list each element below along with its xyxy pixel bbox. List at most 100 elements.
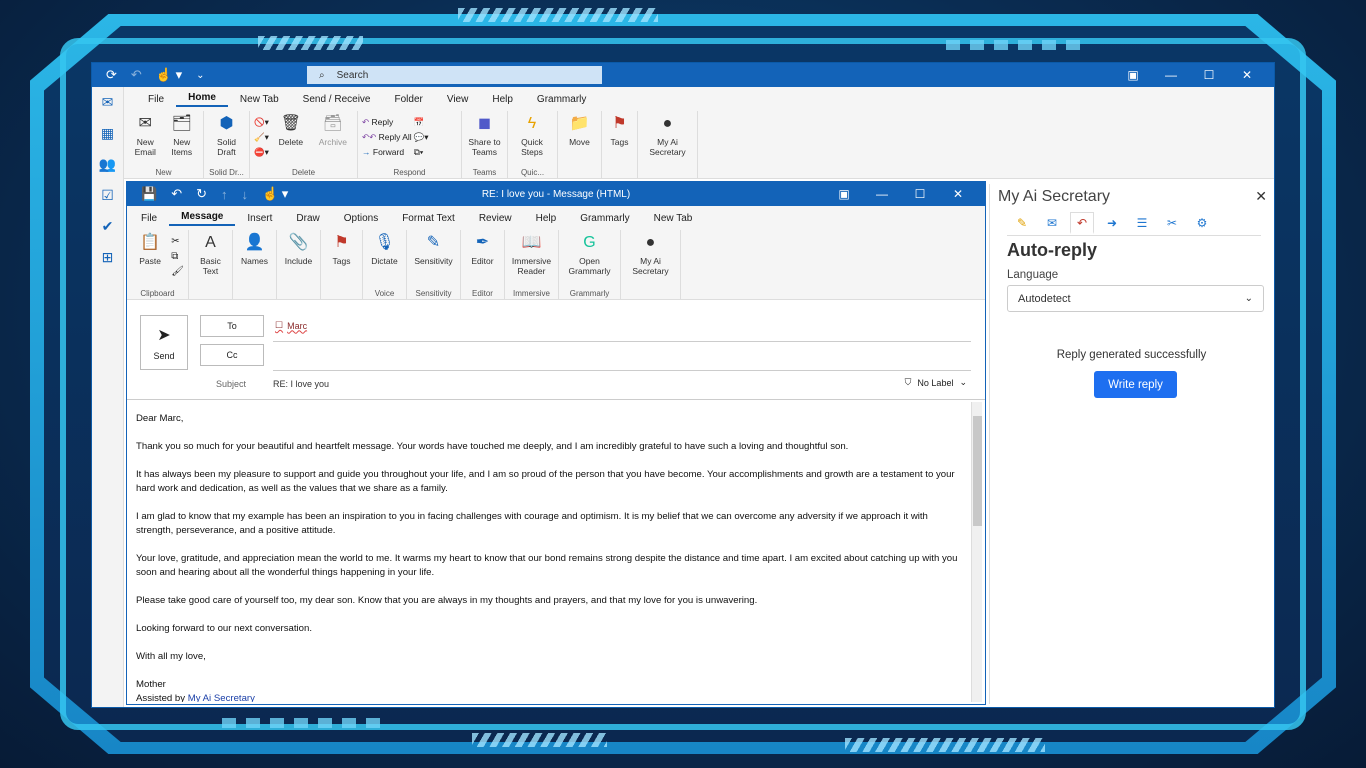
dictate-button[interactable]: 🎙 Dictate (367, 232, 402, 267)
tab-help[interactable]: Help (524, 213, 569, 224)
sync-icon[interactable]: ⟳ (106, 67, 117, 83)
undo-icon[interactable]: ↶ (131, 67, 142, 83)
sensitivity-label[interactable]: ⛉ No Label ⌄ (905, 377, 967, 388)
settings-icon[interactable]: ⚙ (1190, 212, 1214, 234)
copy-icon[interactable]: ⧉ (171, 251, 184, 262)
reply-button[interactable]: ↶ Reply (362, 117, 412, 128)
meeting-icon[interactable]: 📅 (414, 117, 429, 128)
maximize-icon[interactable]: ☐ (1190, 68, 1228, 82)
group-respond: ↶ Reply ↶↶ Reply All → Forward 📅 💬▾ ⧉▾ R… (358, 111, 462, 178)
junk-icon[interactable]: ⛔▾ (254, 147, 269, 158)
forward-button[interactable]: → Forward (362, 147, 412, 157)
solid-draft-button[interactable]: ⬢ Solid Draft (208, 113, 245, 158)
tab-help[interactable]: Help (480, 94, 525, 105)
new-email-button[interactable]: ✉ New Email (128, 113, 163, 158)
close-icon[interactable]: ✕ (939, 187, 977, 201)
ai-secretary-panel: My Ai Secretary ✕ ✎ ✉ ↶ ➜ ☰ ✂ ⚙ Auto-rep… (989, 184, 1273, 704)
names-button[interactable]: 👤 Names (237, 232, 272, 267)
immersive-reader-button[interactable]: 📖 Immersive Reader (509, 232, 554, 277)
subject-input[interactable]: RE: I love you (273, 379, 329, 389)
pencil-icon[interactable]: ✎ (1010, 212, 1034, 234)
todo-icon[interactable]: ✔ (92, 211, 123, 242)
my-ai-secretary-button[interactable]: ● My Ai Secretary (642, 113, 693, 158)
tab-draw[interactable]: Draw (284, 213, 331, 224)
lightning-icon: ϟ (527, 115, 537, 132)
tab-insert[interactable]: Insert (235, 213, 284, 224)
reply-all-button[interactable]: ↶↶ Reply All (362, 132, 412, 143)
list-icon[interactable]: ☰ (1130, 212, 1154, 234)
tab-grammarly[interactable]: Grammarly (568, 213, 641, 224)
send-button[interactable]: ➤ Send (140, 315, 188, 370)
people-icon[interactable]: 👥 (92, 149, 123, 180)
include-button[interactable]: 📎 Include (281, 232, 316, 267)
format-painter-icon[interactable]: 🖌 (171, 266, 184, 277)
cc-button[interactable]: Cc (200, 344, 264, 366)
minimize-icon[interactable]: — (863, 187, 901, 201)
my-ai-secretary-button[interactable]: ● My Ai Secretary (625, 232, 676, 277)
chevron-down-icon: ⌄ (1244, 293, 1253, 304)
ribbon-display-icon[interactable]: ▣ (1114, 68, 1152, 82)
apps-icon[interactable]: ⊞ (92, 242, 123, 273)
cut-icon[interactable]: ✂ (171, 236, 184, 247)
write-reply-button[interactable]: Write reply (1094, 371, 1177, 398)
paste-button[interactable]: 📋 Paste (131, 232, 169, 267)
open-grammarly-button[interactable]: G Open Grammarly (563, 232, 616, 277)
tab-message[interactable]: Message (169, 211, 236, 226)
share-to-teams-button[interactable]: ◼ Share to Teams (466, 113, 503, 158)
reply-icon[interactable]: ↶ (1070, 212, 1094, 234)
im-icon[interactable]: 💬▾ (414, 132, 429, 143)
cleanup-icon[interactable]: 🧹▾ (254, 132, 269, 143)
tab-options[interactable]: Options (332, 213, 390, 224)
more-respond-icon[interactable]: ⧉▾ (414, 147, 429, 158)
tags-button[interactable]: ⚑ Tags (606, 113, 633, 148)
basic-text-button[interactable]: A Basic Text (193, 232, 228, 277)
ai-secretary-icon: ● (662, 115, 673, 132)
body-scrollbar[interactable] (971, 402, 982, 702)
message-body[interactable]: Dear Marc, Thank you so much for your be… (136, 412, 966, 702)
ignore-icon[interactable]: 🚫▾ (254, 117, 269, 128)
my-ai-secretary-link[interactable]: My Ai Secretary (188, 693, 255, 702)
delete-button[interactable]: 🗑 Delete (271, 113, 311, 148)
search-box[interactable]: ⌕ Search (307, 66, 602, 84)
maximize-icon[interactable]: ☐ (901, 187, 939, 201)
touch-mode-icon[interactable]: ☝ ▾ (156, 67, 182, 83)
tab-new-tab[interactable]: New Tab (228, 94, 291, 105)
language-select[interactable]: Autodetect ⌄ (1007, 285, 1264, 312)
editor-button[interactable]: ✒ Editor (465, 232, 500, 267)
forward-icon[interactable]: ➜ (1100, 212, 1124, 234)
tab-review[interactable]: Review (467, 213, 524, 224)
tab-format-text[interactable]: Format Text (390, 213, 467, 224)
tab-grammarly[interactable]: Grammarly (525, 94, 598, 105)
body-closing: With all my love, (136, 651, 206, 662)
mail-icon[interactable]: ✉ (92, 87, 123, 118)
close-icon[interactable]: ✕ (1255, 188, 1267, 205)
body-paragraph: I am glad to know that my example has be… (136, 511, 928, 536)
scrollbar-thumb[interactable] (973, 416, 982, 526)
calendar-icon[interactable]: ▦ (92, 118, 123, 149)
tab-home[interactable]: Home (176, 92, 228, 107)
close-icon[interactable]: ✕ (1228, 68, 1266, 82)
tab-send-receive[interactable]: Send / Receive (291, 94, 383, 105)
solid-icon: ⬢ (219, 115, 234, 132)
ribbon-display-icon[interactable]: ▣ (825, 187, 863, 201)
tab-new-tab[interactable]: New Tab (642, 213, 705, 224)
archive-button[interactable]: 🗃 Archive (313, 113, 353, 148)
envelope-icon[interactable]: ✉ (1040, 212, 1064, 234)
group-label-respond: Respond (393, 168, 426, 177)
tab-file[interactable]: File (136, 94, 176, 105)
recipient-to[interactable]: ☐ Marc (275, 320, 307, 331)
tasks-icon[interactable]: ☑ (92, 180, 123, 211)
minimize-icon[interactable]: — (1152, 68, 1190, 82)
new-items-button[interactable]: 🗂 New Items (165, 113, 200, 158)
text-icon: A (205, 234, 216, 251)
sensitivity-button[interactable]: ✎ Sensitivity (411, 232, 456, 267)
customize-toolbar-icon[interactable]: ⌄ (196, 70, 204, 81)
tab-view[interactable]: View (435, 94, 481, 105)
to-button[interactable]: To (200, 315, 264, 337)
quick-steps-button[interactable]: ϟ Quick Steps (512, 113, 552, 158)
tab-folder[interactable]: Folder (382, 94, 434, 105)
tab-file[interactable]: File (129, 213, 169, 224)
tools-icon[interactable]: ✂ (1160, 212, 1184, 234)
tags-button[interactable]: ⚑ Tags (325, 232, 358, 267)
move-button[interactable]: 📁 Move (562, 113, 597, 148)
